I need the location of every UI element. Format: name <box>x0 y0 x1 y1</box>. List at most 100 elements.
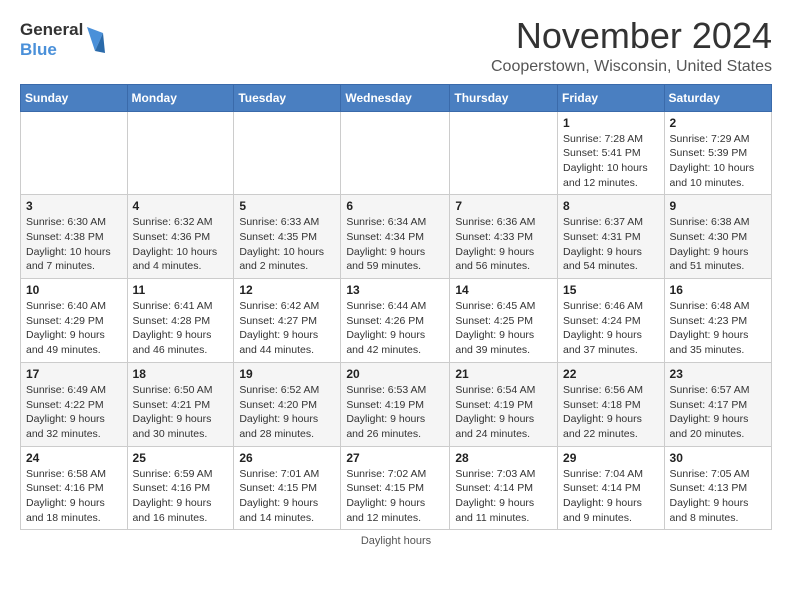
calendar-cell: 25Sunrise: 6:59 AMSunset: 4:16 PMDayligh… <box>127 446 234 530</box>
calendar-cell: 18 Sunrise: 6:50 AMSunset: 4:21 PMDayligh… <box>127 362 234 446</box>
day-number: 24 <box>26 451 122 465</box>
day-info: Sunrise: 7:01 AMSunset: 4:15 PMDaylight:… <box>239 467 335 526</box>
day-number: 3 <box>26 199 122 213</box>
calendar-cell: 15Sunrise: 6:46 AMSunset: 4:24 PMDayligh… <box>558 279 665 363</box>
calendar-header-wednesday: Wednesday <box>341 84 450 111</box>
day-number: 10 <box>26 283 122 297</box>
calendar-header-saturday: Saturday <box>664 84 771 111</box>
calendar-header-monday: Monday <box>127 84 234 111</box>
calendar-cell: 7Sunrise: 6:36 AMSunset: 4:33 PMDaylight… <box>450 195 558 279</box>
day-number: 5 <box>239 199 335 213</box>
day-info: Sunrise: 6:56 AMSunset: 4:18 PMDaylight:… <box>563 383 659 442</box>
day-info: Sunrise: 6:58 AMSunset: 4:16 PMDaylight:… <box>26 467 122 526</box>
calendar-cell: 24 Sunrise: 6:58 AMSunset: 4:16 PMDayligh… <box>21 446 128 530</box>
day-number: 20 <box>346 367 444 381</box>
day-info: Sunrise: 6:48 AMSunset: 4:23 PMDaylight:… <box>670 299 766 358</box>
day-number: 23 <box>670 367 766 381</box>
calendar-cell: 9 Sunrise: 6:38 AMSunset: 4:30 PMDaylight… <box>664 195 771 279</box>
calendar-cell: 12 Sunrise: 6:42 AMSunset: 4:27 PMDayligh… <box>234 279 341 363</box>
calendar-cell: 28 Sunrise: 7:03 AMSunset: 4:14 PMDayligh… <box>450 446 558 530</box>
day-number: 27 <box>346 451 444 465</box>
header: General Blue November 2024 Cooperstown, … <box>20 16 772 76</box>
calendar-cell: 10 Sunrise: 6:40 AMSunset: 4:29 PMDayligh… <box>21 279 128 363</box>
day-number: 7 <box>455 199 552 213</box>
calendar-cell: 14Sunrise: 6:45 AMSunset: 4:25 PMDayligh… <box>450 279 558 363</box>
calendar-week-3: 10 Sunrise: 6:40 AMSunset: 4:29 PMDayligh… <box>21 279 772 363</box>
calendar-cell: 11 Sunrise: 6:41 AMSunset: 4:28 PMDayligh… <box>127 279 234 363</box>
day-number: 17 <box>26 367 122 381</box>
calendar-cell: 27 Sunrise: 7:02 AMSunset: 4:15 PMDayligh… <box>341 446 450 530</box>
calendar-cell: 23 Sunrise: 6:57 AMSunset: 4:17 PMDayligh… <box>664 362 771 446</box>
day-number: 2 <box>670 116 766 130</box>
day-number: 8 <box>563 199 659 213</box>
calendar-cell: 26 Sunrise: 7:01 AMSunset: 4:15 PMDayligh… <box>234 446 341 530</box>
day-info: Sunrise: 6:41 AMSunset: 4:28 PMDaylight:… <box>133 299 229 358</box>
logo-line2: Blue <box>20 40 83 60</box>
day-info: Sunrise: 7:28 AMSunset: 5:41 PMDaylight:… <box>563 132 659 191</box>
day-info: Sunrise: 7:04 AMSunset: 4:14 PMDaylight:… <box>563 467 659 526</box>
logo: General Blue <box>20 20 107 59</box>
title-block: November 2024 Cooperstown, Wisconsin, Un… <box>491 16 772 76</box>
day-info: Sunrise: 6:38 AMSunset: 4:30 PMDaylight:… <box>670 215 766 274</box>
day-number: 18 <box>133 367 229 381</box>
day-number: 1 <box>563 116 659 130</box>
day-number: 9 <box>670 199 766 213</box>
calendar-week-2: 3 Sunrise: 6:30 AMSunset: 4:38 PMDaylight… <box>21 195 772 279</box>
calendar-cell <box>127 111 234 195</box>
day-info: Sunrise: 6:34 AMSunset: 4:34 PMDaylight:… <box>346 215 444 274</box>
day-number: 26 <box>239 451 335 465</box>
calendar-cell: 30 Sunrise: 7:05 AMSunset: 4:13 PMDayligh… <box>664 446 771 530</box>
calendar-week-5: 24 Sunrise: 6:58 AMSunset: 4:16 PMDayligh… <box>21 446 772 530</box>
day-info: Sunrise: 6:30 AMSunset: 4:38 PMDaylight:… <box>26 215 122 274</box>
calendar-cell <box>234 111 341 195</box>
calendar-week-1: 1 Sunrise: 7:28 AMSunset: 5:41 PMDaylight… <box>21 111 772 195</box>
calendar-cell: 13Sunrise: 6:44 AMSunset: 4:26 PMDayligh… <box>341 279 450 363</box>
calendar-cell: 16Sunrise: 6:48 AMSunset: 4:23 PMDayligh… <box>664 279 771 363</box>
day-info: Sunrise: 6:57 AMSunset: 4:17 PMDaylight:… <box>670 383 766 442</box>
calendar-cell: 17 Sunrise: 6:49 AMSunset: 4:22 PMDayligh… <box>21 362 128 446</box>
day-info: Sunrise: 6:32 AMSunset: 4:36 PMDaylight:… <box>133 215 229 274</box>
day-info: Sunrise: 6:49 AMSunset: 4:22 PMDaylight:… <box>26 383 122 442</box>
footer-note: Daylight hours <box>20 535 772 547</box>
calendar-header-friday: Friday <box>558 84 665 111</box>
day-info: Sunrise: 6:33 AMSunset: 4:35 PMDaylight:… <box>239 215 335 274</box>
day-number: 22 <box>563 367 659 381</box>
calendar-table: SundayMondayTuesdayWednesdayThursdayFrid… <box>20 84 772 531</box>
calendar-cell <box>341 111 450 195</box>
day-info: Sunrise: 6:54 AMSunset: 4:19 PMDaylight:… <box>455 383 552 442</box>
day-number: 6 <box>346 199 444 213</box>
day-number: 4 <box>133 199 229 213</box>
day-number: 13 <box>346 283 444 297</box>
day-info: Sunrise: 6:42 AMSunset: 4:27 PMDaylight:… <box>239 299 335 358</box>
calendar-header-sunday: Sunday <box>21 84 128 111</box>
subtitle: Cooperstown, Wisconsin, United States <box>491 58 772 76</box>
day-number: 19 <box>239 367 335 381</box>
calendar-cell <box>450 111 558 195</box>
calendar-cell: 1 Sunrise: 7:28 AMSunset: 5:41 PMDaylight… <box>558 111 665 195</box>
day-number: 25 <box>133 451 229 465</box>
calendar-week-4: 17 Sunrise: 6:49 AMSunset: 4:22 PMDayligh… <box>21 362 772 446</box>
calendar-header-thursday: Thursday <box>450 84 558 111</box>
main-title: November 2024 <box>491 16 772 56</box>
calendar-cell: 6 Sunrise: 6:34 AMSunset: 4:34 PMDaylight… <box>341 195 450 279</box>
day-info: Sunrise: 6:52 AMSunset: 4:20 PMDaylight:… <box>239 383 335 442</box>
day-info: Sunrise: 7:02 AMSunset: 4:15 PMDaylight:… <box>346 467 444 526</box>
calendar-cell: 3 Sunrise: 6:30 AMSunset: 4:38 PMDaylight… <box>21 195 128 279</box>
calendar-cell: 19 Sunrise: 6:52 AMSunset: 4:20 PMDayligh… <box>234 362 341 446</box>
day-number: 11 <box>133 283 229 297</box>
day-number: 12 <box>239 283 335 297</box>
day-info: Sunrise: 7:05 AMSunset: 4:13 PMDaylight:… <box>670 467 766 526</box>
day-number: 30 <box>670 451 766 465</box>
day-info: Sunrise: 6:46 AMSunset: 4:24 PMDaylight:… <box>563 299 659 358</box>
page: General Blue November 2024 Cooperstown, … <box>0 0 792 612</box>
calendar-cell: 5 Sunrise: 6:33 AMSunset: 4:35 PMDaylight… <box>234 195 341 279</box>
calendar-cell: 20Sunrise: 6:53 AMSunset: 4:19 PMDayligh… <box>341 362 450 446</box>
day-number: 28 <box>455 451 552 465</box>
day-info: Sunrise: 6:50 AMSunset: 4:21 PMDaylight:… <box>133 383 229 442</box>
day-info: Sunrise: 6:40 AMSunset: 4:29 PMDaylight:… <box>26 299 122 358</box>
calendar-cell: 8Sunrise: 6:37 AMSunset: 4:31 PMDaylight… <box>558 195 665 279</box>
day-info: Sunrise: 6:45 AMSunset: 4:25 PMDaylight:… <box>455 299 552 358</box>
day-info: Sunrise: 7:03 AMSunset: 4:14 PMDaylight:… <box>455 467 552 526</box>
logo-graphic: General Blue <box>20 20 107 59</box>
calendar-header-tuesday: Tuesday <box>234 84 341 111</box>
